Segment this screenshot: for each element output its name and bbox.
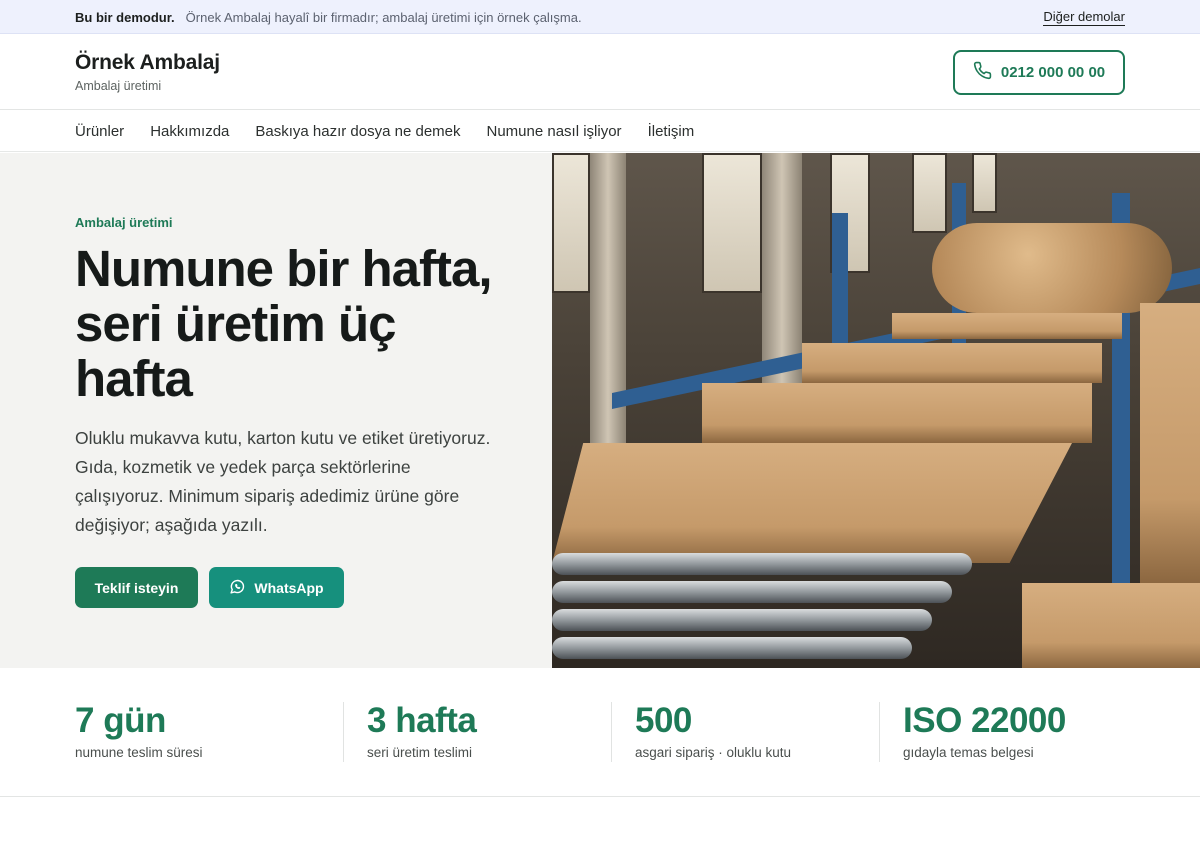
stat-divider: [343, 702, 344, 762]
nav-item-baskiya-hazir-dosya[interactable]: Baskıya hazır dosya ne demek: [255, 123, 460, 140]
brand-tagline: Ambalaj üretimi: [75, 79, 162, 93]
cardboard-sheet: [802, 343, 1102, 383]
cardboard-sheet: [552, 443, 1072, 563]
phone-call-button[interactable]: 0212 000 00 00: [953, 50, 1125, 95]
other-demos-link[interactable]: Diğer demolar: [1043, 9, 1125, 26]
stat-divider: [879, 702, 880, 762]
hero-kicker: Ambalaj üretimi: [75, 215, 173, 230]
main-nav: Ürünler Hakkımızda Baskıya hazır dosya n…: [0, 111, 1200, 152]
demo-notice-strong: Bu bir demodur.: [75, 9, 175, 25]
factory-window: [702, 153, 762, 293]
hero-section: Ambalaj üretimi Numune bir hafta, seri ü…: [0, 153, 1200, 668]
stat-label: numune teslim süresi: [75, 745, 203, 760]
stat-iso-certificate: ISO 22000 gıdayla temas belgesi: [903, 701, 1066, 761]
cardboard-stack: [1140, 303, 1200, 583]
stat-minimum-order: 500 asgari sipariş · oluklu kutu: [635, 701, 792, 761]
nav-item-hakkimizda[interactable]: Hakkımızda: [150, 123, 229, 140]
site-header: Örnek Ambalaj Ambalaj üretimi 0212 000 0…: [0, 35, 1200, 110]
demo-notice-text: Örnek Ambalaj hayalî bir firmadır; ambal…: [185, 9, 582, 25]
nav-item-numune[interactable]: Numune nasıl işliyor: [487, 123, 622, 140]
stat-value: 7 gün: [75, 701, 166, 740]
factory-window: [552, 153, 590, 293]
stat-value: ISO 22000: [903, 701, 1066, 740]
cardboard-sheet: [702, 383, 1092, 443]
stat-label: asgari sipariş · oluklu kutu: [635, 745, 792, 760]
conveyor-roller: [552, 581, 952, 603]
whatsapp-icon: [229, 578, 246, 598]
hero-lead: Oluklu mukavva kutu, karton kutu ve etik…: [75, 428, 491, 535]
stat-value: 3 hafta: [367, 701, 477, 740]
demo-bar: Bu bir demodur. Örnek Ambalaj hayalî bir…: [0, 0, 1200, 34]
factory-window: [912, 153, 947, 233]
stats-strip: 7 gün numune teslim süresi 3 hafta seri …: [0, 668, 1200, 797]
brand-logo[interactable]: Örnek Ambalaj Ambalaj üretimi: [75, 51, 220, 93]
whatsapp-label: WhatsApp: [254, 579, 324, 596]
whatsapp-button[interactable]: WhatsApp: [209, 567, 344, 608]
nav-item-iletisim[interactable]: İletişim: [648, 123, 695, 140]
hero-factory-image: [552, 153, 1200, 668]
phone-number: 0212 000 00 00: [1000, 64, 1106, 81]
cardboard-sheet: [1022, 583, 1200, 668]
conveyor-roller: [552, 637, 912, 659]
hero-title: Numune bir hafta, seri üretim üç hafta: [75, 240, 493, 407]
stat-label: gıdayla temas belgesi: [903, 745, 1034, 760]
cardboard-sheet: [892, 313, 1122, 339]
phone-icon: [973, 61, 992, 84]
request-quote-button[interactable]: Teklif isteyin: [75, 567, 198, 608]
brand-name: Örnek Ambalaj: [75, 51, 220, 74]
conveyor-roller: [552, 609, 932, 631]
hero-ctas: Teklif isteyin WhatsApp: [75, 567, 344, 608]
stat-value: 500: [635, 701, 692, 740]
stat-sample-delivery: 7 gün numune teslim süresi: [75, 701, 203, 761]
stat-label: seri üretim teslimi: [367, 745, 473, 760]
nav-item-urunler[interactable]: Ürünler: [75, 123, 124, 140]
conveyor-roller: [552, 553, 972, 575]
stat-serial-production: 3 hafta seri üretim teslimi: [367, 701, 477, 761]
cardboard-roll: [932, 223, 1172, 313]
factory-window: [972, 153, 997, 213]
stat-divider: [611, 702, 612, 762]
